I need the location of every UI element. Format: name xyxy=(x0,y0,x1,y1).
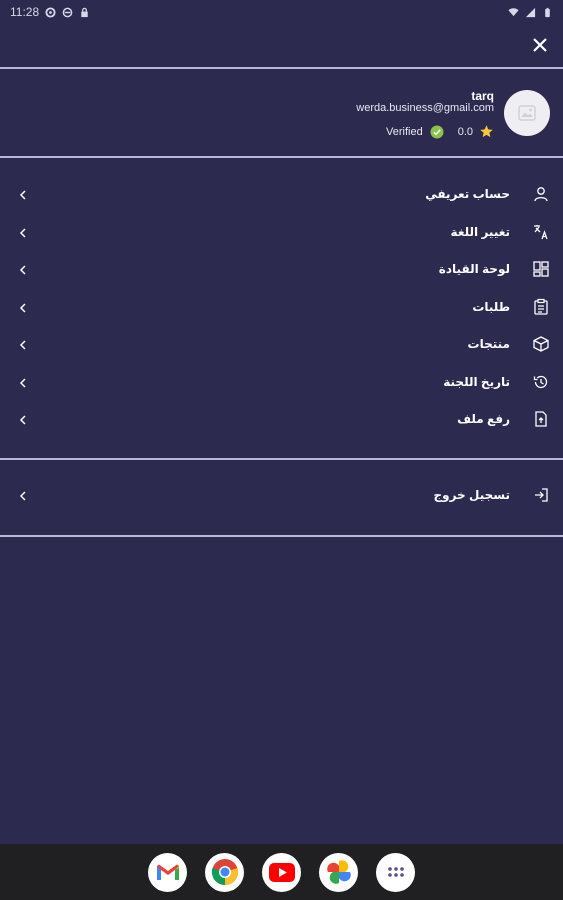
profile-name: tarq xyxy=(471,89,494,103)
chevron-left-icon xyxy=(19,491,26,501)
chevron-left-icon xyxy=(19,265,26,275)
menu-item-dashboard[interactable]: لوحة القيادة xyxy=(0,252,563,290)
gmail-app-icon[interactable] xyxy=(148,852,187,892)
dashboard-icon xyxy=(533,261,549,277)
youtube-app-icon[interactable] xyxy=(262,852,301,892)
chrome-app-icon[interactable] xyxy=(205,852,244,892)
menu-item-label: رفع ملف xyxy=(457,412,510,426)
profile-card: tarq werda.business@gmail.com Verified 0… xyxy=(0,70,563,156)
logout-label: تسجيل خروج xyxy=(433,488,510,502)
chevron-left-icon xyxy=(19,302,26,313)
chevron-left-icon xyxy=(19,190,26,200)
rating-value: 0.0 xyxy=(457,125,473,138)
menu-item-label: طلبات xyxy=(472,299,510,314)
wifi-icon xyxy=(508,7,519,16)
gmail-icon xyxy=(156,864,179,880)
status-time: 11:28 xyxy=(10,5,40,19)
verified-check-icon xyxy=(430,125,444,138)
menu-item-upload-file[interactable]: رفع ملف xyxy=(0,402,563,440)
chevron-left-icon xyxy=(19,415,26,425)
navigation-dock xyxy=(0,844,563,900)
status-bar: 11:28 xyxy=(0,0,563,24)
history-icon xyxy=(533,375,548,388)
menu-item-label: لوحة القيادة xyxy=(438,262,510,276)
block-icon xyxy=(62,7,73,17)
divider-logout-top xyxy=(0,458,563,460)
close-icon[interactable] xyxy=(529,34,551,56)
avatar[interactable] xyxy=(504,90,550,136)
menu-item-orders[interactable]: طلبات xyxy=(0,290,563,328)
chevron-left-icon xyxy=(19,227,26,238)
menu-item-profile[interactable]: حساب تعريفي xyxy=(0,177,563,215)
user-icon xyxy=(534,187,548,202)
menu-item-label: تاريخ اللجنة xyxy=(443,374,510,389)
youtube-icon xyxy=(268,862,295,882)
logout-button[interactable]: تسجيل خروج xyxy=(0,478,563,516)
lock-icon xyxy=(81,7,88,17)
chevron-left-icon xyxy=(19,340,26,350)
menu-item-label: حساب تعريفي xyxy=(425,187,510,201)
battery-icon xyxy=(545,7,550,17)
menu-item-language[interactable]: تغيير اللغة xyxy=(0,215,563,253)
grid-dots-icon xyxy=(387,867,404,877)
menu-list: حساب تعريفي تغيير اللغة لوحة القيادة طلب… xyxy=(0,177,563,440)
menu-item-label: تغيير اللغة xyxy=(450,224,510,239)
photos-app-icon[interactable] xyxy=(319,852,358,892)
translate-icon xyxy=(534,224,548,239)
app-drawer-icon[interactable] xyxy=(376,852,415,892)
profile-meta: Verified 0.0 xyxy=(386,124,494,139)
divider-profile xyxy=(0,156,563,158)
star-icon xyxy=(480,125,493,138)
settings-icon xyxy=(45,6,56,18)
menu-item-commission-history[interactable]: تاريخ اللجنة xyxy=(0,365,563,403)
chrome-icon xyxy=(211,859,238,886)
divider-logout-bottom xyxy=(0,535,563,537)
logout-section: تسجيل خروج xyxy=(0,478,563,516)
orders-icon xyxy=(534,298,548,315)
chevron-left-icon xyxy=(19,377,26,388)
menu-item-products[interactable]: منتجات xyxy=(0,327,563,365)
verified-label: Verified xyxy=(386,125,423,138)
file-upload-icon xyxy=(535,411,547,427)
profile-email: werda.business@gmail.com xyxy=(356,102,494,114)
divider-top xyxy=(0,67,563,69)
menu-item-label: منتجات xyxy=(467,337,510,351)
box-icon xyxy=(533,336,549,352)
logout-icon xyxy=(535,488,548,502)
photos-icon xyxy=(326,860,351,884)
signal-icon xyxy=(525,7,536,17)
image-placeholder-icon xyxy=(518,105,536,121)
